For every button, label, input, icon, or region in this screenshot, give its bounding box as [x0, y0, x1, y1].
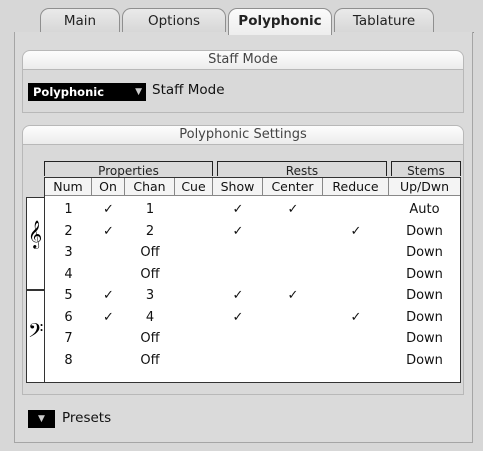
header-updwn: Up/Dwn	[389, 178, 460, 196]
polyphonic-settings-header: Polyphonic Settings	[22, 125, 464, 145]
cell-center[interactable]	[263, 243, 323, 263]
cell-cue[interactable]	[175, 351, 213, 371]
cell-show[interactable]: ✓	[213, 286, 263, 306]
cell-num[interactable]: 1	[45, 200, 92, 220]
cell-chan[interactable]: Off	[125, 243, 175, 263]
cell-cue[interactable]	[175, 308, 213, 328]
chevron-down-icon: ▼	[38, 414, 45, 424]
cell-chan[interactable]: 3	[125, 286, 175, 306]
cell-num[interactable]: 6	[45, 308, 92, 328]
bass-clef-icon: 𝄢	[28, 319, 44, 347]
cell-num[interactable]: 7	[45, 329, 92, 349]
cell-center[interactable]	[263, 351, 323, 371]
cell-chan[interactable]: 1	[125, 200, 175, 220]
cell-show[interactable]	[213, 265, 263, 285]
cell-reduce[interactable]	[323, 329, 389, 349]
presets-label: Presets	[62, 410, 112, 426]
cell-show[interactable]: ✓	[213, 308, 263, 328]
cell-cue[interactable]	[175, 222, 213, 242]
header-cue: Cue	[175, 178, 213, 196]
cell-cue[interactable]	[175, 243, 213, 263]
cell-chan[interactable]: Off	[125, 329, 175, 349]
treble-clef-box: 𝄞	[26, 197, 45, 290]
cell-chan[interactable]: 4	[125, 308, 175, 328]
cell-reduce[interactable]: ✓	[323, 308, 389, 328]
tab-polyphonic[interactable]: Polyphonic	[228, 8, 332, 35]
treble-clef-icon: 𝄞	[28, 220, 43, 248]
cell-cue[interactable]	[175, 265, 213, 285]
cell-on[interactable]	[92, 351, 125, 371]
tab-main[interactable]: Main	[40, 8, 120, 33]
cell-on[interactable]: ✓	[92, 222, 125, 242]
cell-center[interactable]: ✓	[263, 200, 323, 220]
voices-table: Num On Chan Cue Show Center Reduce Up/Dw…	[44, 177, 461, 383]
cell-updwn[interactable]: Down	[389, 265, 460, 285]
cell-show[interactable]	[213, 243, 263, 263]
cell-cue[interactable]	[175, 200, 213, 220]
header-reduce: Reduce	[323, 178, 389, 196]
cell-updwn[interactable]: Down	[389, 286, 460, 306]
cell-reduce[interactable]	[323, 243, 389, 263]
header-num: Num	[45, 178, 92, 196]
cell-updwn[interactable]: Down	[389, 351, 460, 371]
cell-reduce[interactable]	[323, 265, 389, 285]
tab-tablature[interactable]: Tablature	[334, 8, 434, 33]
cell-on[interactable]	[92, 329, 125, 349]
cell-center[interactable]	[263, 329, 323, 349]
cell-show[interactable]: ✓	[213, 200, 263, 220]
cell-chan[interactable]: 2	[125, 222, 175, 242]
cell-chan[interactable]: Off	[125, 265, 175, 285]
cell-reduce[interactable]: ✓	[323, 222, 389, 242]
cell-on[interactable]: ✓	[92, 200, 125, 220]
cell-show[interactable]	[213, 329, 263, 349]
cell-on[interactable]: ✓	[92, 308, 125, 328]
staff-mode-dropdown[interactable]: Polyphonic ▼	[28, 83, 146, 101]
cell-num[interactable]: 5	[45, 286, 92, 306]
group-stems: Stems	[391, 161, 461, 178]
cell-num[interactable]: 3	[45, 243, 92, 263]
staff-mode-label: Staff Mode	[152, 82, 225, 98]
cell-updwn[interactable]: Down	[389, 308, 460, 328]
cell-updwn[interactable]: Auto	[389, 200, 460, 220]
cell-center[interactable]	[263, 265, 323, 285]
cell-cue[interactable]	[175, 329, 213, 349]
cell-center[interactable]: ✓	[263, 286, 323, 306]
group-rests: Rests	[217, 161, 387, 178]
header-chan: Chan	[125, 178, 175, 196]
cell-updwn[interactable]: Down	[389, 243, 460, 263]
staff-mode-header: Staff Mode	[22, 50, 464, 70]
group-properties: Properties	[44, 161, 213, 178]
cell-cue[interactable]	[175, 286, 213, 306]
presets-dropdown[interactable]: ▼	[28, 410, 55, 428]
cell-updwn[interactable]: Down	[389, 329, 460, 349]
cell-num[interactable]: 2	[45, 222, 92, 242]
tab-options[interactable]: Options	[122, 8, 226, 33]
cell-center[interactable]	[263, 222, 323, 242]
header-on: On	[92, 178, 125, 196]
cell-center[interactable]	[263, 308, 323, 328]
header-center: Center	[263, 178, 323, 196]
cell-updwn[interactable]: Down	[389, 222, 460, 242]
cell-num[interactable]: 8	[45, 351, 92, 371]
header-show: Show	[213, 178, 263, 196]
chevron-down-icon: ▼	[135, 87, 142, 97]
cell-reduce[interactable]	[323, 200, 389, 220]
cell-num[interactable]: 4	[45, 265, 92, 285]
bass-clef-box: 𝄢	[26, 290, 45, 383]
cell-on[interactable]	[92, 265, 125, 285]
cell-reduce[interactable]	[323, 351, 389, 371]
cell-show[interactable]: ✓	[213, 222, 263, 242]
cell-on[interactable]: ✓	[92, 286, 125, 306]
cell-reduce[interactable]	[323, 286, 389, 306]
cell-chan[interactable]: Off	[125, 351, 175, 371]
cell-show[interactable]	[213, 351, 263, 371]
cell-on[interactable]	[92, 243, 125, 263]
staff-mode-value: Polyphonic	[33, 85, 105, 99]
